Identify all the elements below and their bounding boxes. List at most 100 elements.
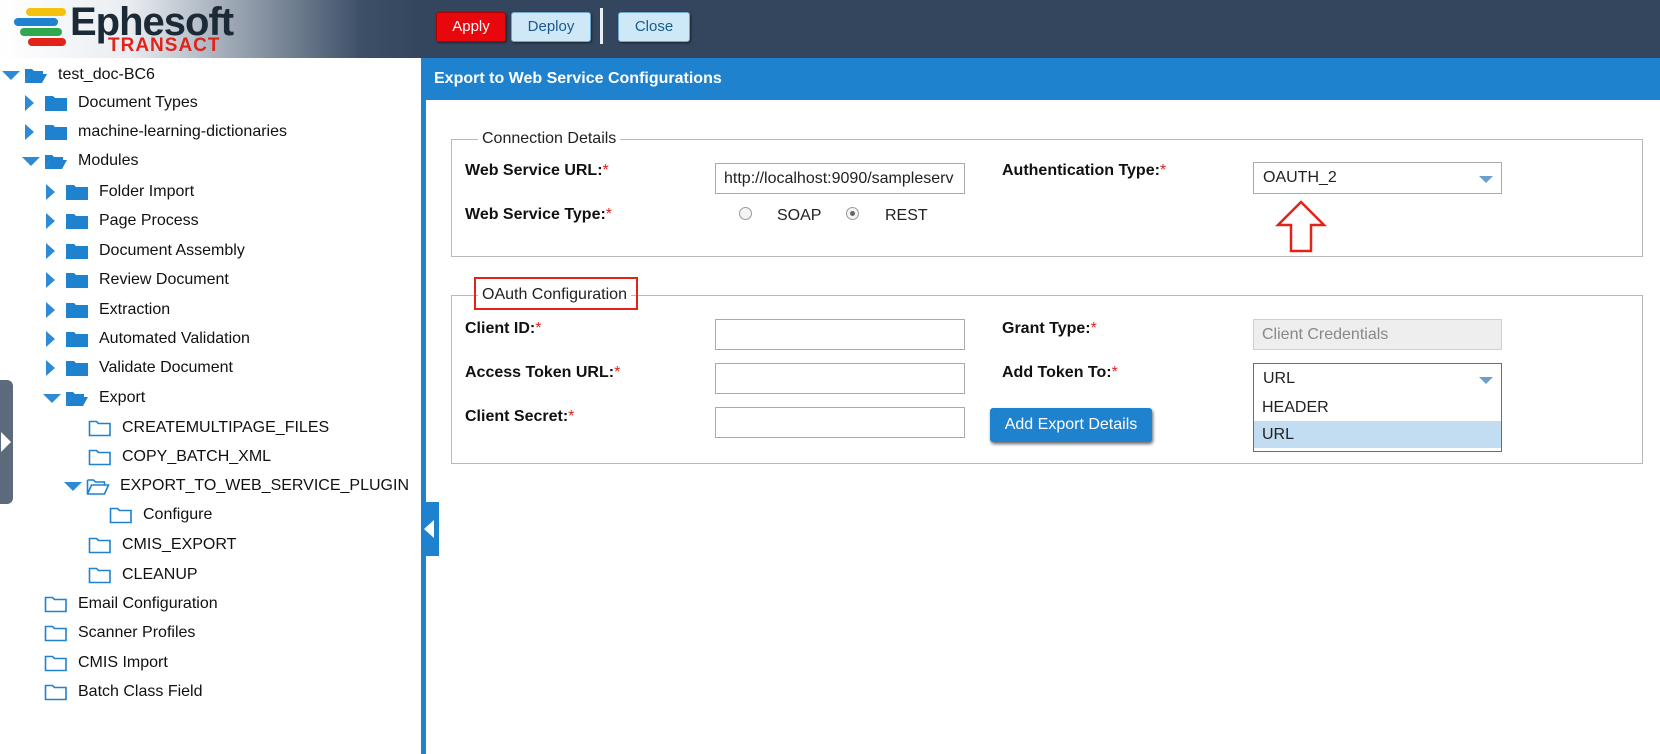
client-secret-label: Client Secret:* (465, 408, 574, 426)
tree-node-cmis-import[interactable]: CMIS Import (44, 650, 168, 676)
tree-node-label: Export (99, 389, 146, 406)
folder-icon (45, 96, 67, 111)
option-url[interactable]: URL (1254, 421, 1501, 448)
web-service-url-input[interactable] (715, 163, 965, 194)
expand-toggle-icon[interactable] (41, 211, 61, 231)
tree-node-modules[interactable]: Modules (20, 148, 138, 174)
required-mark: * (535, 320, 542, 337)
expand-toggle-icon[interactable] (41, 241, 61, 261)
tree-node-page-process[interactable]: Page Process (41, 208, 199, 234)
tree-node-label: Batch Class Field (78, 683, 203, 700)
client-secret-input[interactable] (715, 407, 965, 438)
rest-radio[interactable] (846, 207, 859, 220)
tree-node-label: Document Types (78, 94, 198, 111)
folder-icon (66, 185, 88, 200)
rest-radio-label: REST (885, 207, 928, 224)
tree-node-document-types[interactable]: Document Types (20, 90, 198, 116)
add-token-to-label: Add Token To:* (1002, 364, 1118, 382)
soap-radio[interactable] (739, 207, 752, 220)
folder-outline-icon (44, 655, 67, 672)
tree-node-copy-batch-xml[interactable]: COPY_BATCH_XML (88, 444, 271, 470)
close-button[interactable]: Close (618, 12, 690, 42)
required-mark: * (1159, 162, 1167, 179)
add-token-to-value: URL (1263, 370, 1296, 387)
tree-node-email-configuration[interactable]: Email Configuration (44, 591, 218, 617)
folder-open-icon (66, 392, 88, 406)
ephesoft-logo-icon (14, 8, 70, 48)
tree-node-label: EXPORT_TO_WEB_SERVICE_PLUGIN (120, 477, 409, 494)
tree-node-cleanup[interactable]: CLEANUP (88, 562, 198, 588)
expand-toggle-icon[interactable] (41, 182, 61, 202)
option-header[interactable]: HEADER (1254, 394, 1501, 421)
tree-node-label: CMIS Import (78, 654, 168, 671)
tree-node-ml-dictionaries[interactable]: machine-learning-dictionaries (20, 119, 287, 145)
grant-type-input (1253, 319, 1502, 350)
folder-outline-icon (44, 684, 67, 701)
label-text: Client ID: (465, 320, 536, 337)
tree-node-export-to-web-service-plugin[interactable]: EXPORT_TO_WEB_SERVICE_PLUGIN (62, 473, 409, 499)
authentication-type-value: OAUTH_2 (1263, 169, 1337, 186)
expand-panel-handle[interactable] (0, 380, 13, 504)
tree-node-label: CMIS_EXPORT (122, 536, 237, 553)
apply-button[interactable]: Apply (436, 12, 506, 42)
folder-icon (66, 303, 88, 318)
tree-node-export[interactable]: Export (41, 385, 145, 411)
folder-outline-icon (44, 596, 67, 613)
folder-open-icon (45, 155, 67, 169)
label-text: Web Service URL: (465, 162, 603, 179)
chevron-down-icon (1479, 176, 1493, 183)
label-text: Access Token URL: (465, 364, 615, 381)
expand-toggle-icon[interactable] (41, 329, 61, 349)
tree-node-batch-class-field[interactable]: Batch Class Field (44, 679, 203, 705)
tree-node-label: Validate Document (99, 359, 233, 376)
deploy-button[interactable]: Deploy (511, 12, 591, 42)
web-service-url-label: Web Service URL:* (465, 162, 609, 180)
tree-node-configure[interactable]: Configure (109, 502, 212, 528)
authentication-type-select[interactable]: OAUTH_2 (1253, 162, 1502, 194)
collapse-toggle-icon[interactable] (62, 476, 82, 496)
folder-outline-icon (44, 625, 67, 642)
expand-toggle-icon[interactable] (41, 358, 61, 378)
access-token-url-input[interactable] (715, 363, 965, 394)
label-text: Client Secret: (465, 408, 569, 425)
label-text: Add Token To: (1002, 364, 1112, 381)
client-id-input[interactable] (715, 319, 965, 350)
tree-node-label: Folder Import (99, 183, 195, 200)
tree-node-document-assembly[interactable]: Document Assembly (41, 238, 245, 264)
expand-toggle-icon[interactable] (20, 93, 40, 113)
tree-node-label: Email Configuration (78, 595, 218, 612)
expand-toggle-icon[interactable] (41, 300, 61, 320)
tree-node-label: CLEANUP (122, 566, 198, 583)
tree-node-automated-validation[interactable]: Automated Validation (41, 326, 250, 352)
tree-node-extraction[interactable]: Extraction (41, 297, 170, 323)
tree-node-cmis-export[interactable]: CMIS_EXPORT (88, 532, 236, 558)
folder-outline-icon (88, 420, 111, 437)
collapse-toggle-icon[interactable] (0, 65, 20, 85)
add-export-details-button[interactable]: Add Export Details (990, 408, 1152, 442)
add-token-to-select[interactable]: URL (1253, 363, 1502, 395)
oauth-highlight-box (474, 277, 638, 310)
top-toolbar: Ephesoft TRANSACT Apply Deploy Close (0, 0, 1660, 58)
folder-outline-icon (88, 567, 111, 584)
tree-node-folder-import[interactable]: Folder Import (41, 179, 194, 205)
label-text: Web Service Type: (465, 206, 606, 223)
tree-node-validate-document[interactable]: Validate Document (41, 355, 233, 381)
tree-node-label: Scanner Profiles (78, 624, 196, 641)
tree-node-label: Page Process (99, 212, 199, 229)
collapse-toggle-icon[interactable] (20, 151, 40, 171)
panel-splitter[interactable] (421, 58, 426, 754)
collapse-toggle-icon[interactable] (41, 388, 61, 408)
collapse-tree-button[interactable] (421, 502, 439, 556)
label-text: Authentication Type: (1002, 162, 1160, 179)
folder-outline-icon (109, 507, 132, 524)
tree-node-root[interactable]: test_doc-BC6 (0, 62, 155, 88)
folder-icon (66, 361, 88, 376)
folder-open-outline-icon (86, 479, 110, 495)
expand-toggle-icon[interactable] (20, 122, 40, 142)
tree-node-createmultipage-files[interactable]: CREATEMULTIPAGE_FILES (88, 415, 329, 441)
expand-toggle-icon[interactable] (41, 270, 61, 290)
toolbar-divider (600, 8, 603, 44)
tree-node-label: Extraction (99, 301, 171, 318)
tree-node-scanner-profiles[interactable]: Scanner Profiles (44, 620, 195, 646)
tree-node-review-document[interactable]: Review Document (41, 267, 229, 293)
